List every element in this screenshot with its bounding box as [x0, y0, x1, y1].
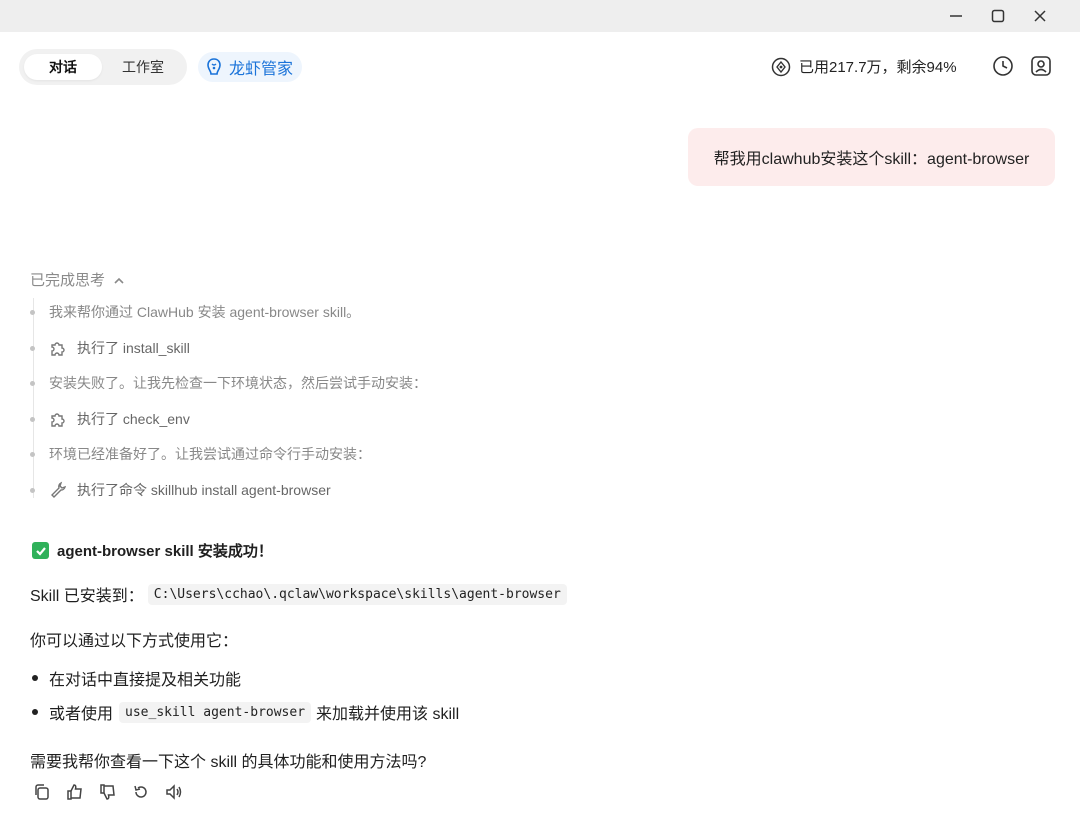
speaker-icon — [166, 784, 182, 800]
chevron-up-icon — [113, 274, 125, 286]
thinking-timeline — [33, 298, 34, 498]
thinking-step: 安装失败了。让我先检查一下环境状态，然后尝试手动安装： — [30, 372, 427, 394]
tool-step-label: 执行了命令 skillhub install agent-browser — [77, 482, 331, 498]
tool-step-label: 执行了 check_env — [77, 411, 190, 427]
list-item: 在对话中直接提及相关功能 — [32, 666, 241, 690]
tab-chat[interactable]: 对话 — [24, 54, 102, 80]
step-dot — [30, 345, 35, 351]
close-icon — [1034, 10, 1046, 22]
thinking-toggle-label: 已完成思考 — [30, 272, 106, 289]
thinking-step-text: 安装失败了。让我先检查一下环境状态，然后尝试手动安装： — [49, 375, 427, 391]
check-icon — [32, 542, 49, 559]
thinking-step-text: 环境已经准备好了。让我尝试通过命令行手动安装： — [49, 446, 371, 462]
user-message-bubble: 帮我用clawhub安装这个skill：agent-browser — [688, 128, 1055, 186]
success-heading: agent-browser skill 安装成功！ — [32, 540, 273, 561]
thinking-step-text: 我来帮你通过 ClawHub 安装 agent-browser skill。 — [49, 304, 361, 320]
install-path-code: C:\Users\cchao\.qclaw\workspace\skills\a… — [147, 583, 567, 605]
step-dot — [30, 380, 35, 386]
thinking-toggle[interactable]: 已完成思考 — [30, 269, 125, 290]
lobster-manager-label: 龙虾管家 — [229, 61, 294, 78]
step-dot — [30, 451, 35, 457]
thumbs-up-button[interactable] — [66, 783, 86, 803]
copy-icon — [35, 784, 49, 800]
tab-studio[interactable]: 工作室 — [104, 54, 182, 80]
title-bar — [0, 0, 1080, 32]
puzzle-icon — [49, 339, 67, 357]
regenerate-icon — [134, 785, 147, 798]
bullet-dot — [32, 675, 38, 681]
thinking-step: 我来帮你通过 ClawHub 安装 agent-browser skill。 — [30, 301, 360, 323]
inline-code: use_skill agent-browser — [119, 701, 312, 723]
usage-text: 已用217.7万，剩余94% — [799, 59, 957, 76]
step-dot — [30, 309, 35, 315]
maximize-icon — [991, 9, 1005, 23]
wrench-icon — [49, 481, 67, 499]
success-heading-text: agent-browser skill 安装成功！ — [57, 543, 273, 560]
list-item-prefix: 或者使用 — [49, 706, 114, 723]
usage-intro: 你可以通过以下方式使用它： — [30, 633, 239, 650]
history-icon — [993, 56, 1013, 76]
bullet-dot — [32, 709, 38, 715]
step-dot — [30, 487, 35, 493]
credit-icon — [771, 57, 791, 76]
thinking-tool-step[interactable]: 执行了命令 skillhub install agent-browser — [30, 479, 331, 501]
lobster-manager-button[interactable]: 龙虾管家 — [198, 52, 302, 82]
install-path-label: Skill 已安装到： — [30, 588, 144, 605]
list-item-suffix: 来加载并使用该 skill — [316, 706, 460, 723]
usage-indicator[interactable]: 已用217.7万，剩余94% — [771, 56, 957, 77]
copy-button[interactable] — [33, 783, 53, 803]
thinking-tool-step[interactable]: 执行了 check_env — [30, 408, 190, 430]
minimize-icon — [950, 15, 962, 17]
maximize-button[interactable] — [976, 0, 1020, 32]
lobster-logo-icon — [207, 58, 221, 75]
thinking-tool-step[interactable]: 执行了 install_skill — [30, 337, 190, 359]
close-button[interactable] — [1018, 0, 1062, 32]
puzzle-icon — [49, 410, 67, 428]
message-actions — [33, 783, 198, 803]
install-path-line: Skill 已安装到： C:\Users\cchao\.qclaw\worksp… — [30, 582, 567, 606]
thumbs-down-button[interactable] — [99, 783, 119, 803]
user-icon — [1031, 56, 1051, 76]
history-button[interactable] — [992, 55, 1014, 77]
follow-up-question: 需要我帮你查看一下这个 skill 的具体功能和使用方法吗? — [30, 754, 427, 771]
minimize-button[interactable] — [934, 0, 978, 32]
thumbs-down-icon — [100, 784, 115, 800]
thumbs-up-icon — [67, 784, 82, 800]
list-item-text: 在对话中直接提及相关功能 — [49, 672, 242, 689]
regenerate-button[interactable] — [132, 783, 152, 803]
read-aloud-button[interactable] — [165, 783, 185, 803]
user-button[interactable] — [1030, 55, 1052, 77]
tool-step-label: 执行了 install_skill — [77, 340, 190, 356]
mode-switch: 对话 工作室 — [19, 49, 187, 85]
thinking-step: 环境已经准备好了。让我尝试通过命令行手动安装： — [30, 443, 371, 465]
list-item: 或者使用 use_skill agent-browser 来加载并使用该 ski… — [32, 700, 459, 724]
step-dot — [30, 416, 35, 422]
